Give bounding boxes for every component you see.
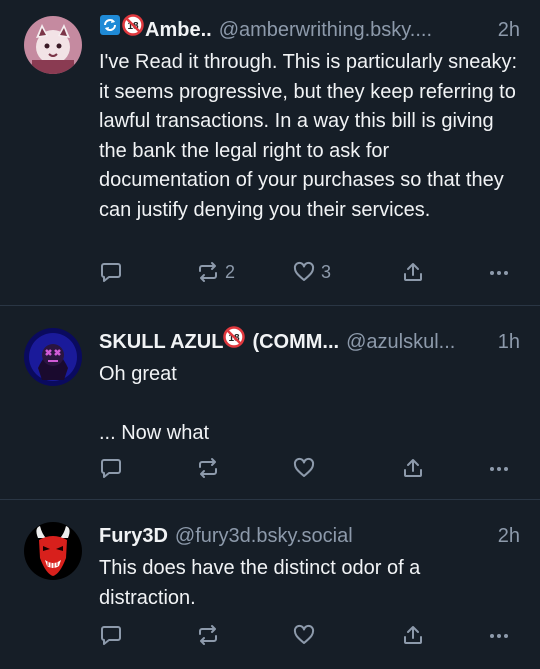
display-name[interactable]: Ambe..	[145, 14, 212, 46]
post-text: Oh great ... Now what	[99, 363, 210, 444]
display-name[interactable]: SKULL AZUL	[99, 326, 223, 358]
repost-button[interactable]	[196, 456, 225, 480]
like-button[interactable]	[292, 456, 321, 480]
repost-icon	[196, 623, 220, 647]
repost-icon	[196, 260, 220, 284]
more-icon	[487, 260, 511, 284]
no-under-18-badge-icon: 18	[223, 326, 246, 358]
reply-icon	[99, 260, 123, 284]
repost-count: 2	[225, 261, 236, 282]
share-button[interactable]	[401, 623, 425, 647]
reply-icon	[99, 456, 123, 480]
like-icon	[292, 260, 316, 284]
action-bar: 2 3	[99, 260, 519, 286]
reply-icon	[99, 623, 123, 647]
post-text: This does have the distinct odor of a di…	[99, 557, 421, 609]
more-options-button[interactable]	[487, 260, 511, 284]
timestamp[interactable]: 2h	[498, 520, 520, 552]
post[interactable]: SKULL AZUL 18 (COMM... @azulskul... 1h O…	[0, 306, 540, 500]
handle[interactable]: @fury3d.bsky.social	[175, 520, 492, 552]
avatar[interactable]	[24, 522, 82, 580]
refresh-badge-icon	[99, 14, 121, 46]
share-icon	[401, 456, 425, 480]
like-icon	[292, 456, 316, 480]
repost-button[interactable]: 2	[196, 260, 235, 284]
share-icon	[401, 260, 425, 284]
like-count: 3	[321, 261, 332, 282]
avatar[interactable]	[24, 16, 82, 74]
share-icon	[401, 623, 425, 647]
share-button[interactable]	[401, 260, 425, 284]
more-icon	[487, 623, 511, 647]
like-icon	[292, 623, 316, 647]
avatar[interactable]	[24, 328, 82, 386]
repost-button[interactable]	[196, 623, 225, 647]
timestamp[interactable]: 1h	[498, 326, 520, 358]
display-name[interactable]: Fury3D	[99, 520, 168, 552]
handle[interactable]: @azulskul...	[346, 326, 492, 358]
more-options-button[interactable]	[487, 456, 511, 480]
more-icon	[487, 456, 511, 480]
handle[interactable]: @amberwrithing.bsky....	[219, 14, 492, 46]
post-text: I've Read it through. This is particular…	[99, 51, 518, 221]
more-options-button[interactable]	[487, 623, 511, 647]
reply-button[interactable]	[99, 260, 128, 284]
reply-button[interactable]	[99, 623, 128, 647]
action-bar	[99, 456, 519, 482]
display-name-suffix[interactable]: (COMM...	[252, 326, 339, 358]
no-under-18-badge-icon: 18	[122, 14, 144, 46]
reply-button[interactable]	[99, 456, 128, 480]
post[interactable]: 18 Ambe.. @amberwrithing.bsky.... 2h I'v…	[0, 0, 540, 306]
like-button[interactable]	[292, 623, 321, 647]
share-button[interactable]	[401, 456, 425, 480]
action-bar	[99, 623, 519, 649]
like-button[interactable]: 3	[292, 260, 331, 284]
post[interactable]: Fury3D @fury3d.bsky.social 2h This does …	[0, 500, 540, 669]
timestamp[interactable]: 2h	[498, 14, 520, 46]
repost-icon	[196, 456, 220, 480]
